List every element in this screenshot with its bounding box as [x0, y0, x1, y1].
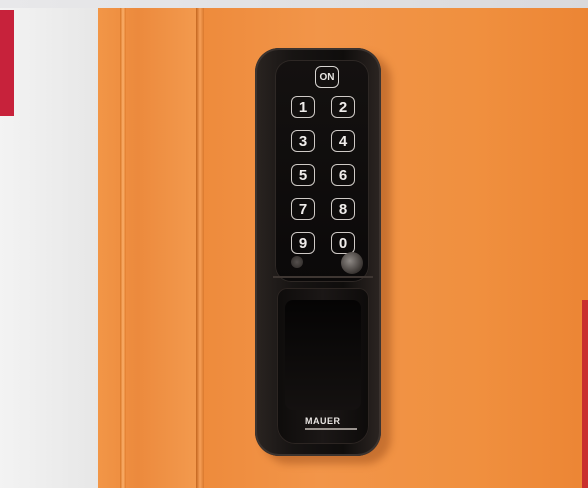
key-0[interactable]: 0	[331, 232, 355, 254]
key-9[interactable]: 9	[291, 232, 315, 254]
red-edge	[582, 300, 588, 488]
brand-label: MAUER	[305, 416, 341, 426]
key-7[interactable]: 7	[291, 198, 315, 220]
door-seam	[196, 8, 204, 488]
keypad: ON 1 2 3 4 5 6 7 8 9 0	[275, 60, 369, 282]
photo-scene: ON 1 2 3 4 5 6 7 8 9 0 MAUER	[0, 0, 588, 488]
key-4[interactable]: 4	[331, 130, 355, 152]
handle-grip	[285, 300, 361, 410]
key-5[interactable]: 5	[291, 164, 315, 186]
key-3[interactable]: 3	[291, 130, 315, 152]
red-panel	[0, 10, 14, 116]
handle-divider	[273, 276, 373, 278]
key-6[interactable]: 6	[331, 164, 355, 186]
key-override-icon[interactable]	[341, 252, 363, 274]
on-key[interactable]: ON	[315, 66, 339, 88]
locker-door-left	[98, 8, 198, 488]
electronic-lock: ON 1 2 3 4 5 6 7 8 9 0 MAUER	[255, 48, 391, 464]
key-1[interactable]: 1	[291, 96, 315, 118]
background-wall	[0, 8, 98, 488]
brand-underline	[305, 428, 357, 430]
lock-body: ON 1 2 3 4 5 6 7 8 9 0 MAUER	[255, 48, 381, 456]
key-2[interactable]: 2	[331, 96, 355, 118]
ceiling-strip	[0, 0, 588, 8]
status-led-icon	[291, 256, 303, 268]
door-seam	[120, 8, 126, 488]
key-8[interactable]: 8	[331, 198, 355, 220]
